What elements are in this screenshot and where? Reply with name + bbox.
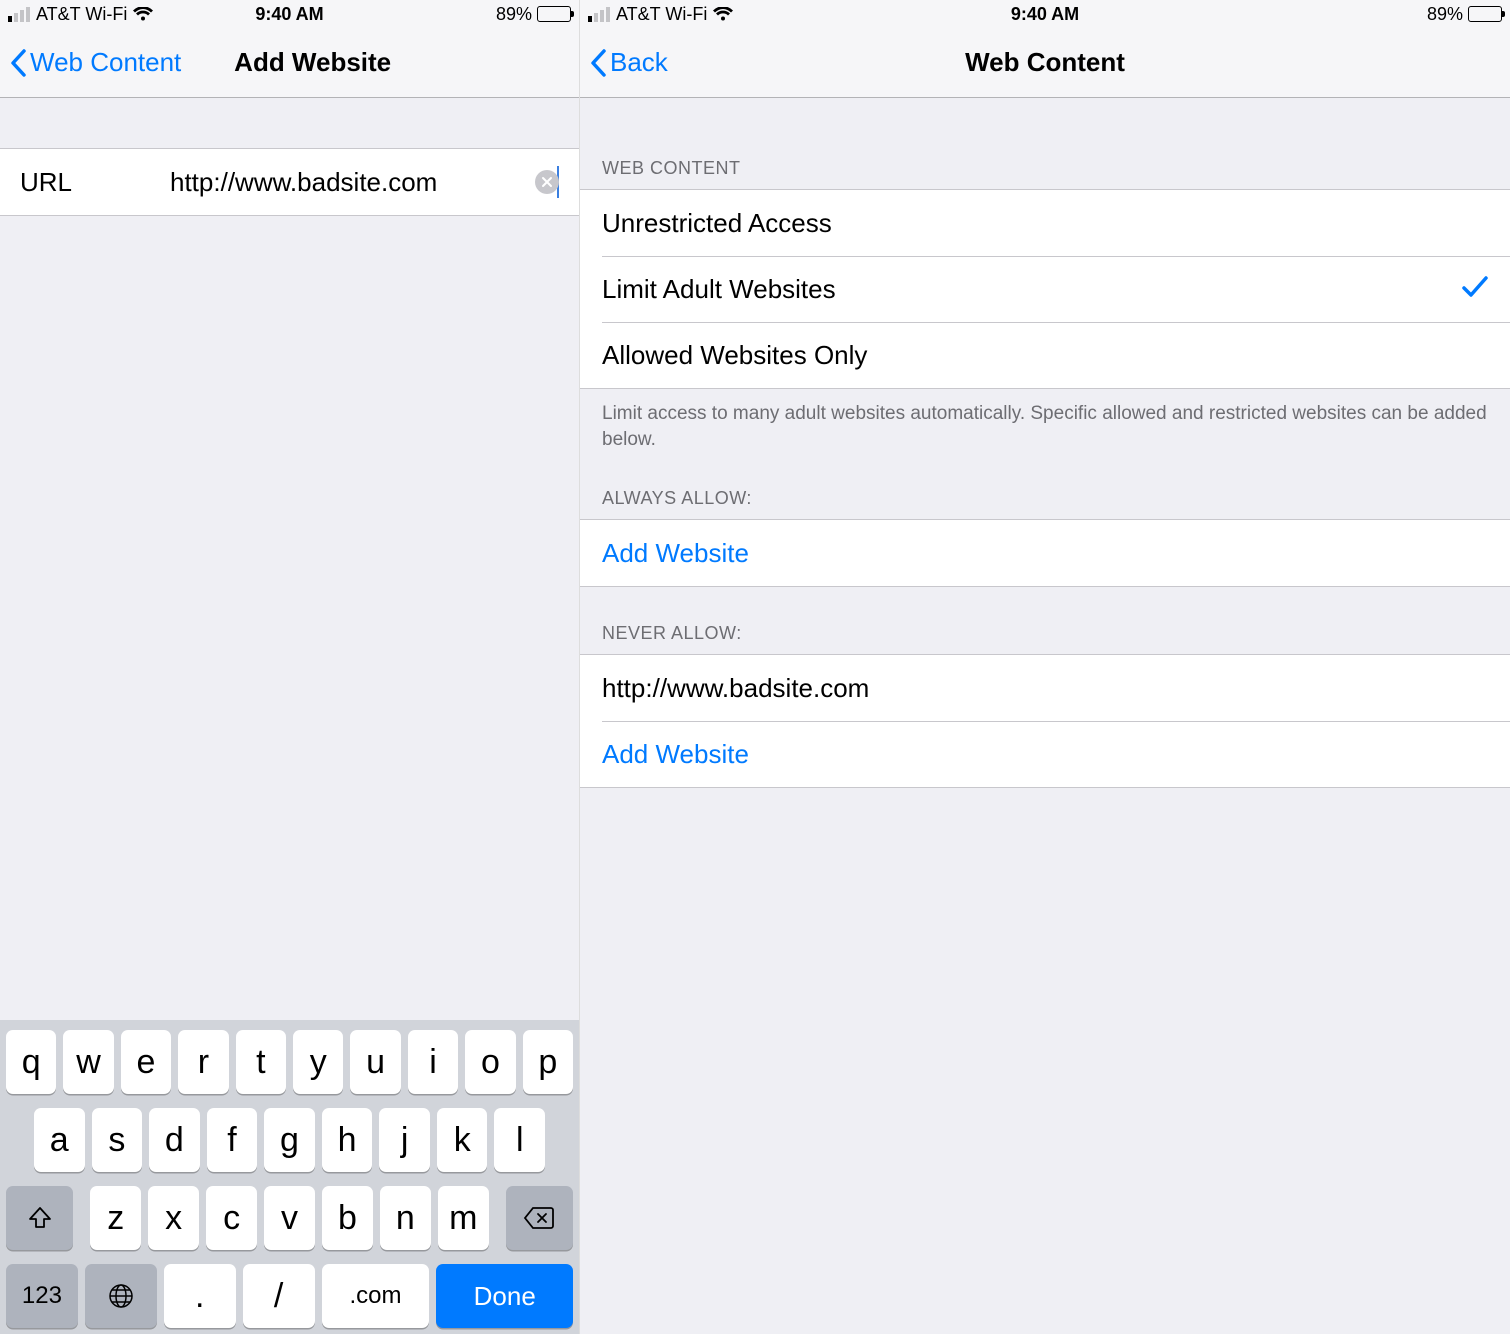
key-dotcom[interactable]: .com (322, 1264, 430, 1328)
key-z[interactable]: z (90, 1186, 141, 1250)
status-bar: AT&T Wi-Fi 9:40 AM 89% (580, 0, 1510, 28)
globe-icon (107, 1282, 135, 1310)
section-header-web-content: Web Content (580, 98, 1510, 189)
key-h[interactable]: h (322, 1108, 373, 1172)
signal-bars-icon (588, 7, 610, 22)
web-content-options: Unrestricted Access Limit Adult Websites… (580, 189, 1510, 389)
battery-percent: 89% (496, 4, 532, 25)
key-u[interactable]: u (350, 1030, 400, 1094)
key-shift[interactable] (6, 1186, 73, 1250)
never-allow-item[interactable]: http://www.badsite.com (580, 655, 1510, 721)
url-input[interactable]: http://www.badsite.com (170, 167, 558, 198)
url-input-wrap[interactable]: http://www.badsite.com (170, 166, 559, 198)
clear-input-button[interactable] (535, 170, 559, 194)
battery-icon (537, 6, 571, 22)
chevron-left-icon (590, 49, 606, 77)
cell-label: http://www.badsite.com (602, 673, 869, 704)
screen-add-website: AT&T Wi-Fi 9:40 AM 89% Web Content Add W… (0, 0, 580, 1334)
back-button[interactable]: Web Content (10, 47, 181, 78)
key-slash[interactable]: / (243, 1264, 315, 1328)
key-c[interactable]: c (206, 1186, 257, 1250)
key-b[interactable]: b (322, 1186, 373, 1250)
carrier-label: AT&T Wi-Fi (616, 4, 707, 25)
key-s[interactable]: s (92, 1108, 143, 1172)
status-right: 89% (1427, 4, 1502, 25)
key-e[interactable]: e (121, 1030, 171, 1094)
key-g[interactable]: g (264, 1108, 315, 1172)
key-t[interactable]: t (236, 1030, 286, 1094)
page-title: Add Website (234, 47, 391, 78)
battery-percent: 89% (1427, 4, 1463, 25)
add-website-never[interactable]: Add Website (580, 721, 1510, 787)
keyboard: q w e r t y u i o p a s d f g h j k l (0, 1020, 579, 1334)
key-o[interactable]: o (465, 1030, 515, 1094)
always-allow-group: Add Website (580, 519, 1510, 587)
key-x[interactable]: x (148, 1186, 199, 1250)
key-n[interactable]: n (380, 1186, 431, 1250)
key-k[interactable]: k (437, 1108, 488, 1172)
key-123[interactable]: 123 (6, 1264, 78, 1328)
option-label: Unrestricted Access (602, 208, 832, 239)
key-p[interactable]: p (523, 1030, 573, 1094)
kb-row2: a s d f g h j k l (6, 1108, 573, 1172)
wifi-icon (133, 7, 153, 22)
cell-label: Add Website (602, 739, 749, 770)
page-title: Web Content (965, 47, 1125, 78)
status-right: 89% (496, 4, 571, 25)
battery-icon (1468, 6, 1502, 22)
option-label: Limit Adult Websites (602, 274, 836, 305)
key-v[interactable]: v (264, 1186, 315, 1250)
option-label: Allowed Websites Only (602, 340, 867, 371)
wifi-icon (713, 7, 733, 22)
nav-bar: Web Content Add Website (0, 28, 579, 98)
screen-web-content: AT&T Wi-Fi 9:40 AM 89% Back Web Content … (580, 0, 1510, 1334)
kb-row1: q w e r t y u i o p (6, 1030, 573, 1094)
url-field-label: URL (20, 167, 170, 198)
key-i[interactable]: i (408, 1030, 458, 1094)
key-l[interactable]: l (494, 1108, 545, 1172)
back-label: Web Content (30, 47, 181, 78)
backspace-icon (523, 1206, 555, 1230)
key-r[interactable]: r (178, 1030, 228, 1094)
back-label: Back (610, 47, 668, 78)
key-w[interactable]: w (63, 1030, 113, 1094)
section-header-never-allow: Never Allow: (580, 587, 1510, 654)
key-delete[interactable] (506, 1186, 573, 1250)
key-y[interactable]: y (293, 1030, 343, 1094)
add-website-always[interactable]: Add Website (580, 520, 1510, 586)
kb-row4: 123 . / .com Done (6, 1264, 573, 1328)
chevron-left-icon (10, 49, 26, 77)
nav-bar: Back Web Content (580, 28, 1510, 98)
key-j[interactable]: j (379, 1108, 430, 1172)
option-allowed-only[interactable]: Allowed Websites Only (580, 322, 1510, 388)
status-left: AT&T Wi-Fi (588, 4, 733, 25)
key-m[interactable]: m (438, 1186, 489, 1250)
status-time: 9:40 AM (1011, 4, 1079, 25)
signal-bars-icon (8, 7, 30, 22)
status-left: AT&T Wi-Fi (8, 4, 153, 25)
key-a[interactable]: a (34, 1108, 85, 1172)
key-globe[interactable] (85, 1264, 157, 1328)
shift-icon (27, 1205, 53, 1231)
url-input-row: URL http://www.badsite.com (0, 148, 579, 216)
cell-label: Add Website (602, 538, 749, 569)
back-button[interactable]: Back (590, 47, 668, 78)
key-period[interactable]: . (164, 1264, 236, 1328)
checkmark-icon (1462, 274, 1488, 305)
key-done[interactable]: Done (436, 1264, 573, 1328)
key-q[interactable]: q (6, 1030, 56, 1094)
option-limit-adult[interactable]: Limit Adult Websites (580, 256, 1510, 322)
key-d[interactable]: d (149, 1108, 200, 1172)
section-header-always-allow: Always Allow: (580, 452, 1510, 519)
never-allow-group: http://www.badsite.com Add Website (580, 654, 1510, 788)
kb-row3: z x c v b n m (6, 1186, 573, 1250)
status-bar: AT&T Wi-Fi 9:40 AM 89% (0, 0, 579, 28)
key-f[interactable]: f (207, 1108, 258, 1172)
x-icon (541, 176, 553, 188)
carrier-label: AT&T Wi-Fi (36, 4, 127, 25)
status-time: 9:40 AM (255, 4, 323, 25)
option-unrestricted[interactable]: Unrestricted Access (580, 190, 1510, 256)
section-footer: Limit access to many adult websites auto… (580, 389, 1510, 452)
